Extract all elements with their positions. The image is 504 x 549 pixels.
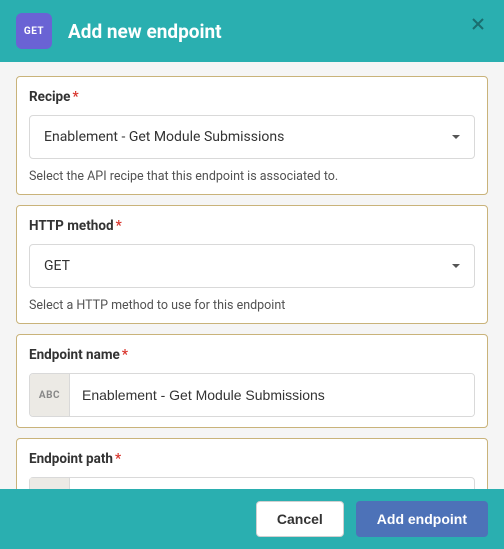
http-method-select[interactable]: GET [29,244,475,288]
field-recipe: Recipe* Enablement - Get Module Submissi… [16,76,488,195]
field-endpoint-path: Endpoint path* ABC Define a path for thi… [16,438,488,489]
text-type-icon: ABC [30,478,70,489]
cancel-button[interactable]: Cancel [256,501,344,537]
method-badge: GET [16,13,52,49]
endpoint-path-label: Endpoint path* [29,451,475,467]
recipe-select[interactable]: Enablement - Get Module Submissions [29,115,475,159]
dialog-title: Add new endpoint [68,20,222,43]
dialog-header: GET Add new endpoint [0,0,504,62]
endpoint-name-label: Endpoint name* [29,347,475,363]
close-icon[interactable] [470,16,488,34]
field-endpoint-name: Endpoint name* ABC [16,334,488,428]
http-method-value: GET [44,258,70,274]
endpoint-name-input-wrap: ABC [29,373,475,417]
chevron-down-icon [450,260,462,272]
recipe-label: Recipe* [29,89,475,105]
field-http-method: HTTP method* GET Select a HTTP method to… [16,205,488,324]
endpoint-name-input[interactable] [70,374,474,416]
recipe-select-value: Enablement - Get Module Submissions [44,129,284,145]
http-method-help: Select a HTTP method to use for this end… [29,298,475,313]
endpoint-path-input[interactable] [70,478,462,489]
chevron-down-icon [450,131,462,143]
text-type-icon: ABC [30,374,70,416]
endpoint-path-input-wrap: ABC [29,477,475,489]
http-method-label: HTTP method* [29,218,475,234]
dialog-footer: Cancel Add endpoint [0,489,504,549]
recipe-help: Select the API recipe that this endpoint… [29,169,475,184]
add-endpoint-button[interactable]: Add endpoint [356,501,488,537]
dialog-body: Recipe* Enablement - Get Module Submissi… [0,62,504,489]
